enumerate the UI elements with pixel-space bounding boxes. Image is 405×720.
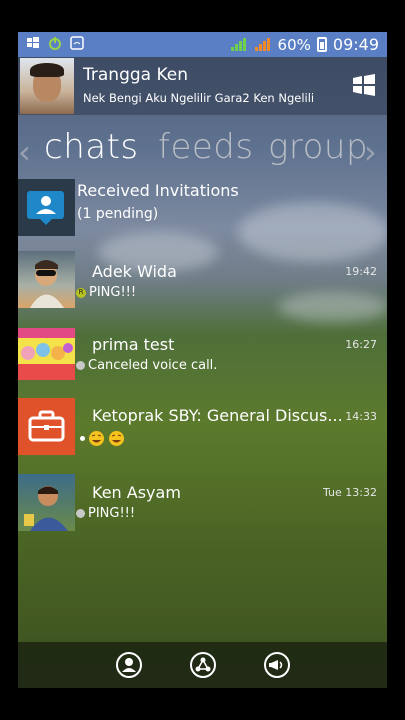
status-bar: 60% 09:49: [18, 32, 387, 57]
tab-chats[interactable]: chats: [44, 127, 139, 167]
chat-avatar: [18, 398, 75, 455]
chat-preview: Canceled voice call.: [76, 358, 217, 373]
windows-notification-icon: [27, 37, 39, 48]
read-badge: R: [76, 287, 86, 298]
chat-name: Ketoprak SBY: General Discus...: [92, 406, 343, 425]
battery-percent: 60%: [277, 35, 311, 54]
chat-time: Tue 13:32: [323, 486, 377, 499]
chat-name: Ken Asyam: [92, 483, 181, 502]
tab-group[interactable]: group: [268, 127, 368, 167]
power-icon: [49, 37, 61, 50]
bottom-action-bar: [18, 642, 387, 688]
cartoon-group-icon: [18, 328, 75, 380]
chat-row-ketoprak-sby[interactable]: Ketoprak SBY: General Discus... 14:33: [18, 398, 387, 458]
chevron-right-icon[interactable]: ›: [364, 133, 377, 171]
delivered-check-icon: [76, 509, 85, 518]
wifi-box-icon: [70, 36, 84, 50]
chat-row-ken-asyam[interactable]: Ken Asyam PING!!! Tue 13:32: [18, 474, 387, 532]
child-photo-icon: [24, 486, 68, 531]
tab-feeds[interactable]: feeds: [158, 127, 254, 167]
phone-screen: 60% 09:49 Trangga Ken Nek Bengi Aku Ngel…: [18, 32, 387, 688]
chat-time: 14:33: [345, 410, 377, 423]
clock: 09:49: [332, 35, 379, 54]
windows-logo-icon[interactable]: [351, 73, 377, 97]
network-icon: [195, 657, 211, 672]
tab-bar: ‹ chats feeds group ›: [18, 127, 387, 177]
avatar-hair: [30, 63, 64, 77]
child-photo-icon: [30, 260, 64, 308]
chat-time: 19:42: [345, 265, 377, 278]
chat-name: Adek Wida: [92, 262, 177, 281]
contacts-button[interactable]: [116, 652, 142, 678]
signal-orange-icon: [254, 37, 270, 51]
invitations-thumb: [18, 179, 75, 236]
battery-icon: [316, 37, 327, 52]
chat-preview-text: PING!!!: [89, 285, 137, 300]
profile-header[interactable]: Trangga Ken Nek Bengi Aku Ngelilir Gara2…: [18, 57, 387, 116]
contact-invite-icon: [27, 191, 64, 225]
chat-avatar: [18, 251, 75, 308]
invitations-pending: (1 pending): [77, 206, 159, 222]
profile-status: Nek Bengi Aku Ngelilir Gara2 Ken Ngelili…: [83, 91, 313, 105]
person-icon: [122, 658, 136, 672]
chat-avatar: [18, 474, 75, 531]
invitations-row[interactable]: Received Invitations (1 pending): [18, 179, 387, 237]
chat-preview: PING!!!: [76, 506, 135, 521]
share-button[interactable]: [190, 652, 216, 678]
delivered-check-icon: [76, 361, 85, 370]
profile-name: Trangga Ken: [83, 65, 189, 85]
chat-avatar: [18, 328, 75, 380]
avatar[interactable]: [20, 58, 74, 114]
broadcast-button[interactable]: [264, 652, 290, 678]
chat-preview-text: PING!!!: [88, 506, 136, 521]
chat-preview: R PING!!!: [76, 285, 136, 300]
chat-preview: [80, 430, 125, 447]
chat-name: prima test: [92, 335, 175, 354]
chat-preview-text: Canceled voice call.: [88, 358, 218, 373]
chat-time: 16:27: [345, 338, 377, 351]
laughing-emoji-icon: [109, 431, 124, 446]
chat-row-prima-test[interactable]: prima test Canceled voice call. 16:27: [18, 328, 387, 383]
laughing-emoji-icon: [89, 431, 104, 446]
chevron-left-icon[interactable]: ‹: [18, 133, 31, 171]
briefcase-icon: [28, 410, 65, 442]
signal-green-icon: [230, 37, 246, 51]
chat-row-adek-wida[interactable]: Adek Wida R PING!!! 19:42: [18, 251, 387, 309]
invitations-title: Received Invitations: [77, 181, 239, 200]
unread-dot-icon: [80, 436, 85, 441]
megaphone-icon: [269, 660, 283, 670]
